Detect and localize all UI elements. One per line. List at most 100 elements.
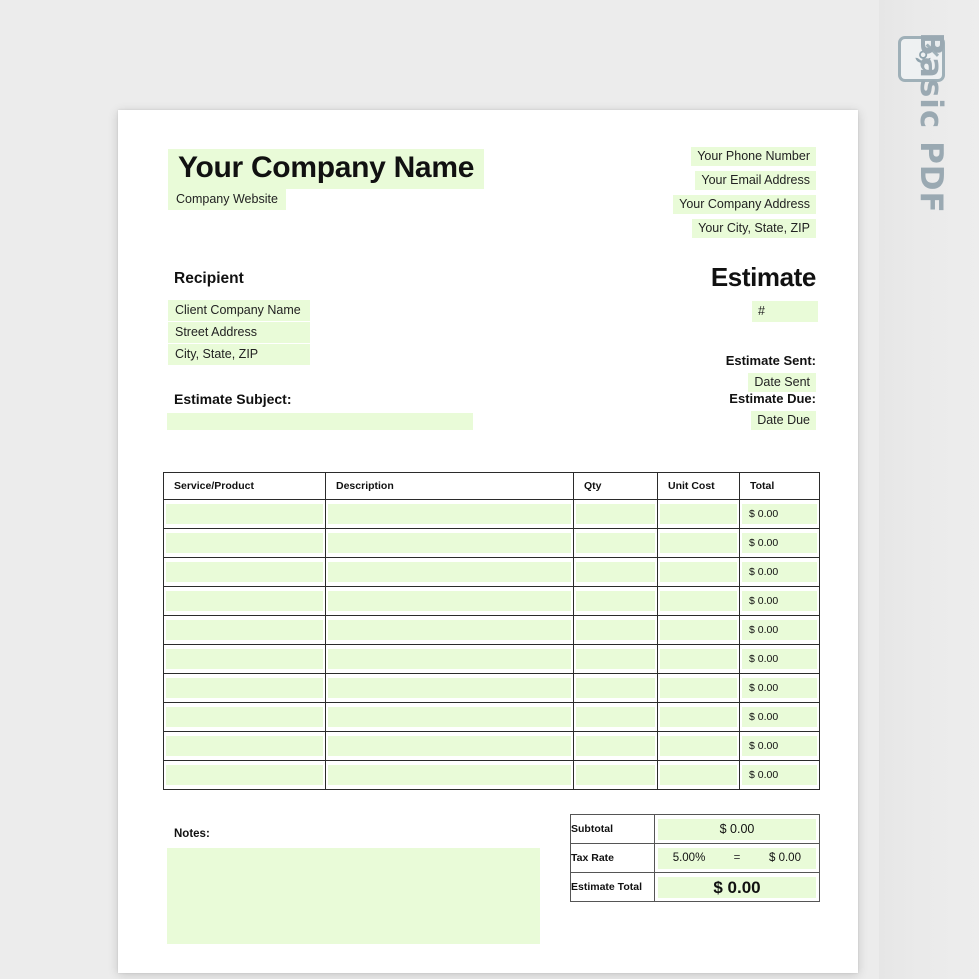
line-item-unit-cost-field-cell	[657, 499, 740, 529]
contact-city-state-zip-field[interactable]: Your City, State, ZIP	[692, 219, 816, 238]
line-item-description-field-cell	[325, 702, 574, 732]
line-item-total-value: $ 0.00	[742, 533, 817, 553]
line-item-service-field[interactable]	[166, 707, 323, 727]
line-item-description-field[interactable]	[328, 707, 571, 727]
line-item-service-field[interactable]	[166, 533, 323, 553]
line-item-unit-cost-field[interactable]	[660, 533, 737, 553]
line-item-service-field[interactable]	[166, 649, 323, 669]
line-item-unit-cost-field[interactable]	[660, 504, 737, 524]
line-item-qty-field[interactable]	[576, 649, 655, 669]
line-item-service-field[interactable]	[166, 620, 323, 640]
line-item-description-field[interactable]	[328, 736, 571, 756]
line-item-total-cell: $ 0.00	[739, 615, 820, 645]
line-item-qty-field[interactable]	[576, 620, 655, 640]
line-item-qty-field[interactable]	[576, 504, 655, 524]
line-item-unit-cost-field[interactable]	[660, 707, 737, 727]
line-item-service-field-cell	[163, 644, 326, 674]
line-item-qty-field-cell	[573, 499, 658, 529]
line-item-unit-cost-field-cell	[657, 615, 740, 645]
estimate-number-field[interactable]: #	[752, 301, 818, 322]
line-item-service-field[interactable]	[166, 591, 323, 611]
line-item-service-field-cell	[163, 760, 326, 790]
line-item-description-field-cell	[325, 528, 574, 558]
line-item-description-field-cell	[325, 760, 574, 790]
line-item-unit-cost-field[interactable]	[660, 620, 737, 640]
recipient-company-field[interactable]: Client Company Name	[168, 300, 310, 321]
line-item-unit-cost-field[interactable]	[660, 649, 737, 669]
line-item-qty-field[interactable]	[576, 707, 655, 727]
line-item-service-field[interactable]	[166, 678, 323, 698]
line-item-description-field[interactable]	[328, 649, 571, 669]
company-name-field[interactable]: Your Company Name	[168, 149, 485, 189]
line-item-service-field[interactable]	[166, 504, 323, 524]
table-row: $ 0.00	[163, 702, 820, 732]
line-item-total-value: $ 0.00	[742, 620, 817, 640]
line-item-description-field[interactable]	[328, 504, 571, 524]
line-item-qty-field[interactable]	[576, 736, 655, 756]
line-item-qty-field[interactable]	[576, 678, 655, 698]
line-item-qty-field[interactable]	[576, 562, 655, 582]
contact-address-field[interactable]: Your Company Address	[673, 195, 816, 214]
table-row: $ 0.00	[163, 499, 820, 529]
line-item-description-field[interactable]	[328, 620, 571, 640]
column-header-qty: Qty	[573, 472, 658, 500]
line-item-total-value: $ 0.00	[742, 765, 817, 785]
estimate-sent-date-field[interactable]: Date Sent	[748, 373, 816, 392]
contact-phone-field[interactable]: Your Phone Number	[691, 147, 816, 166]
line-item-total-cell: $ 0.00	[739, 528, 820, 558]
line-item-total-cell: $ 0.00	[739, 644, 820, 674]
line-item-description-field[interactable]	[328, 562, 571, 582]
line-item-service-field-cell	[163, 586, 326, 616]
estimate-subject-label: Estimate Subject:	[174, 391, 292, 407]
line-item-qty-field[interactable]	[576, 591, 655, 611]
estimate-subject-input[interactable]	[167, 413, 473, 430]
line-items-table: Service/Product Description Qty Unit Cos…	[163, 472, 820, 790]
line-item-total-value: $ 0.00	[742, 562, 817, 582]
line-item-qty-field[interactable]	[576, 765, 655, 785]
line-item-service-field-cell	[163, 615, 326, 645]
table-row: $ 0.00	[163, 760, 820, 790]
line-item-service-field-cell	[163, 499, 326, 529]
table-header-row: Service/Product Description Qty Unit Cos…	[163, 472, 820, 500]
recipient-city-state-zip-field[interactable]: City, State, ZIP	[168, 344, 310, 365]
line-item-qty-field[interactable]	[576, 533, 655, 553]
notes-input[interactable]	[167, 848, 540, 944]
line-item-unit-cost-field-cell	[657, 760, 740, 790]
line-item-description-field[interactable]	[328, 591, 571, 611]
estimate-total-label: Estimate Total	[570, 872, 655, 902]
line-item-unit-cost-field-cell	[657, 528, 740, 558]
estimate-document-page: Your Company Name Company Website Your P…	[118, 110, 858, 973]
line-item-service-field[interactable]	[166, 765, 323, 785]
line-item-unit-cost-field[interactable]	[660, 678, 737, 698]
line-item-unit-cost-field[interactable]	[660, 591, 737, 611]
table-row: $ 0.00	[163, 586, 820, 616]
subtotal-value-cell: $ 0.00	[654, 814, 820, 844]
recipient-street-field[interactable]: Street Address	[168, 322, 310, 343]
line-item-description-field[interactable]	[328, 765, 571, 785]
subtotal-value: $ 0.00	[658, 818, 816, 840]
line-item-qty-field-cell	[573, 557, 658, 587]
estimate-due-date-field[interactable]: Date Due	[751, 411, 816, 430]
notes-label: Notes:	[174, 828, 210, 840]
table-row: $ 0.00	[163, 528, 820, 558]
company-website-field[interactable]: Company Website	[168, 189, 286, 210]
tax-rate-input[interactable]: 5.00%	[658, 848, 720, 869]
line-item-unit-cost-field-cell	[657, 673, 740, 703]
line-item-description-field[interactable]	[328, 678, 571, 698]
line-item-qty-field-cell	[573, 760, 658, 790]
line-items-body: $ 0.00 $ 0.00 $ 0.00 $ 0.00 $ 0.00 $ 0.00 $ 0.…	[163, 499, 820, 790]
line-item-qty-field-cell	[573, 731, 658, 761]
contact-email-field[interactable]: Your Email Address	[695, 171, 816, 190]
estimate-total-value-cell: $ 0.00	[654, 872, 820, 902]
line-item-unit-cost-field[interactable]	[660, 736, 737, 756]
line-item-service-field[interactable]	[166, 736, 323, 756]
line-item-service-field-cell	[163, 731, 326, 761]
table-row: $ 0.00	[163, 615, 820, 645]
line-item-description-field[interactable]	[328, 533, 571, 553]
equals-sign: =	[733, 851, 741, 864]
line-item-unit-cost-field[interactable]	[660, 562, 737, 582]
line-item-unit-cost-field[interactable]	[660, 765, 737, 785]
tax-rate-fill: 5.00% = $ 0.00	[658, 847, 816, 869]
line-item-total-value: $ 0.00	[742, 678, 817, 698]
line-item-service-field[interactable]	[166, 562, 323, 582]
